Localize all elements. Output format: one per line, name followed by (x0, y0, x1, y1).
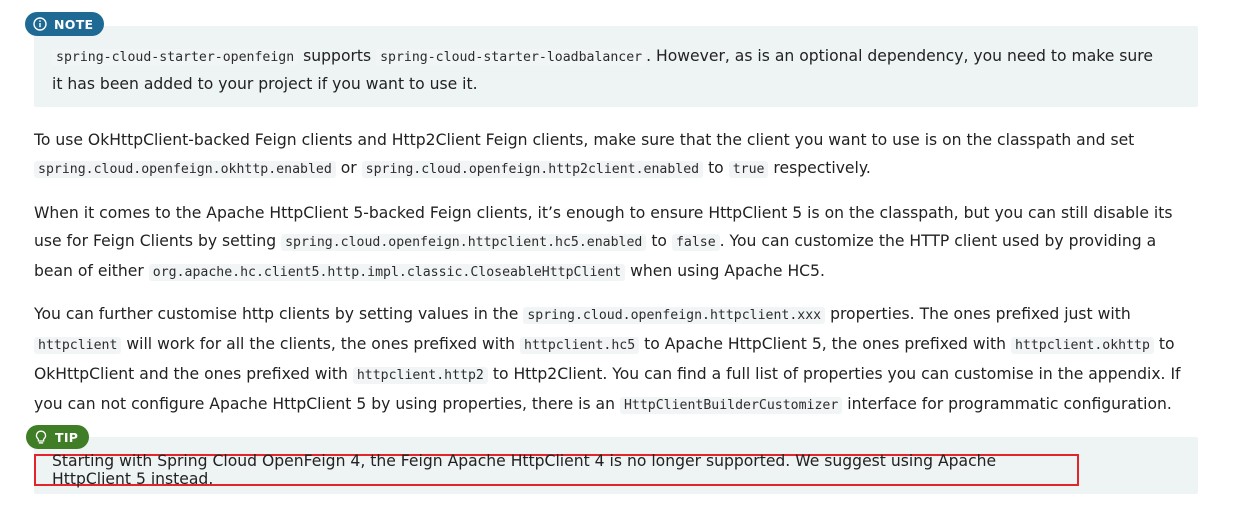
text-span: respectively. (768, 159, 871, 177)
note-label: NOTE (54, 16, 94, 32)
inline-code: org.apache.hc.client5.http.impl.classic.… (148, 264, 626, 281)
note-text: spring-cloud-starter-openfeign supports … (52, 43, 1168, 97)
inline-code: httpclient.hc5 (520, 337, 640, 354)
text-span: properties. The ones prefixed just with (825, 305, 1131, 323)
inline-code: spring.cloud.openfeign.httpclient.xxx (523, 307, 826, 324)
inline-code: true (728, 161, 769, 178)
text-span: interface for programmatic configuration… (842, 395, 1172, 413)
tip-highlight-box: Starting with Spring Cloud OpenFeign 4, … (34, 452, 1079, 488)
text-span: To use OkHttpClient-backed Feign clients… (34, 131, 1135, 149)
text-span: supports (298, 47, 377, 65)
tip-text: Starting with Spring Cloud OpenFeign 4, … (52, 452, 997, 488)
inline-code: httpclient.http2 (352, 367, 488, 384)
inline-code: spring-cloud-starter-openfeign (52, 49, 299, 66)
text-span: to Apache HttpClient 5, the ones prefixe… (639, 335, 1011, 353)
note-badge: NOTE (25, 12, 105, 36)
text-span: or (335, 159, 362, 177)
info-circle-icon (33, 17, 47, 31)
inline-code: HttpClientBuilderCustomizer (619, 397, 843, 414)
text-span: when using Apache HC5. (625, 262, 825, 280)
inline-code: spring.cloud.openfeign.http2client.enabl… (361, 161, 704, 178)
inline-code: false (671, 234, 720, 251)
tip-badge: TIP (26, 425, 90, 449)
paragraph-okhttp: To use OkHttpClient-backed Feign clients… (34, 126, 1199, 184)
text-span: to (646, 232, 672, 250)
tip-label: TIP (55, 429, 79, 445)
paragraph-customise: You can further customise http clients b… (34, 300, 1199, 420)
inline-code: spring-cloud-starter-loadbalancer (376, 49, 647, 66)
note-admonition: spring-cloud-starter-openfeign supports … (34, 26, 1198, 107)
lightbulb-icon (35, 430, 47, 444)
text-span: to (703, 159, 729, 177)
text-span: will work for all the clients, the ones … (121, 335, 521, 353)
inline-code: httpclient.okhttp (1010, 337, 1154, 354)
tip-admonition: Starting with Spring Cloud OpenFeign 4, … (34, 437, 1198, 494)
inline-code: httpclient (34, 337, 122, 354)
inline-code: spring.cloud.openfeign.okhttp.enabled (34, 161, 336, 178)
paragraph-hc5: When it comes to the Apache HttpClient 5… (34, 199, 1199, 287)
text-span: You can further customise http clients b… (34, 305, 524, 323)
inline-code: spring.cloud.openfeign.httpclient.hc5.en… (281, 234, 647, 251)
